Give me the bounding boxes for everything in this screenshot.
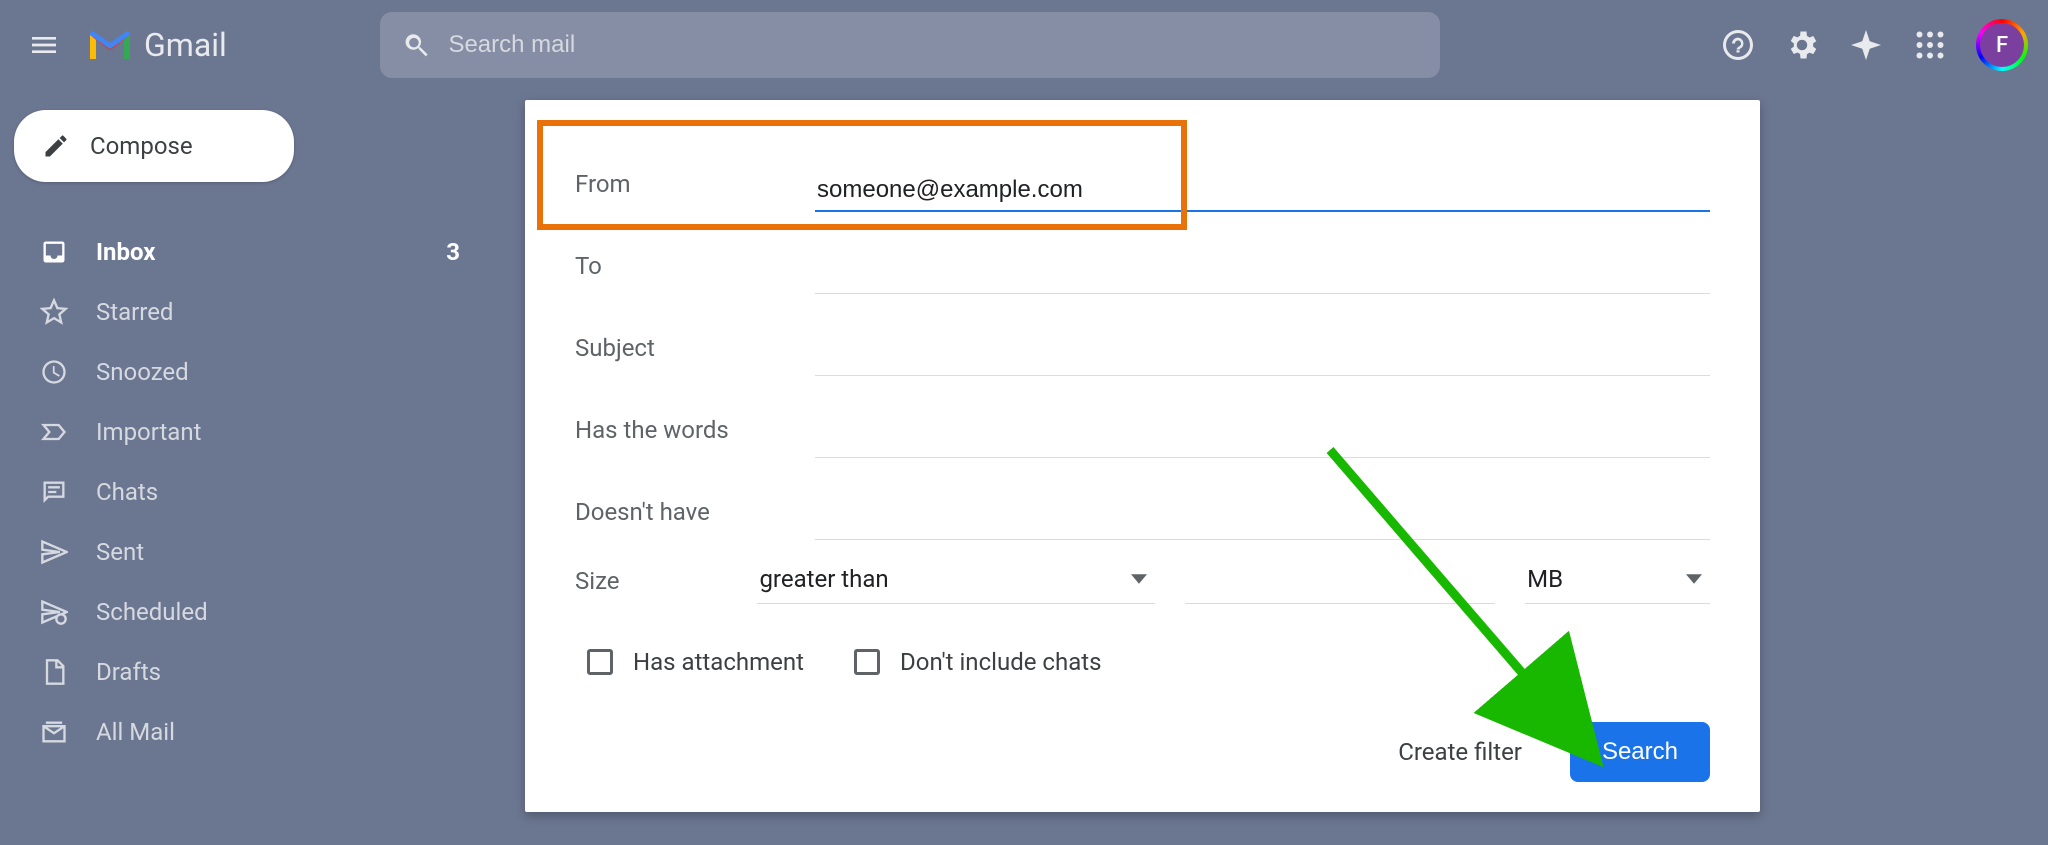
size-operator-value: greater than xyxy=(759,565,888,593)
app-header: Gmail F xyxy=(0,0,2048,90)
chat-icon xyxy=(40,478,68,506)
pencil-icon xyxy=(42,132,70,160)
doesnt-have-input[interactable] xyxy=(815,499,1710,540)
sidebar-item-label: Chats xyxy=(96,478,158,506)
sidebar-item-important[interactable]: Important xyxy=(10,402,490,462)
apps-icon[interactable] xyxy=(1912,27,1948,63)
dont-include-chats-checkbox[interactable]: Don't include chats xyxy=(854,648,1101,676)
caret-down-icon xyxy=(1686,571,1702,587)
account-button[interactable]: F xyxy=(1976,19,2028,71)
size-label: Size xyxy=(575,567,757,595)
sparkle-icon[interactable] xyxy=(1848,27,1884,63)
has-words-label: Has the words xyxy=(575,416,815,458)
header-actions: F xyxy=(1720,19,2028,71)
compose-button[interactable]: Compose xyxy=(14,110,294,182)
gmail-m-icon xyxy=(86,27,134,63)
sidebar-item-sent[interactable]: Sent xyxy=(10,522,490,582)
to-input[interactable] xyxy=(815,253,1710,294)
size-unit-select[interactable]: MB xyxy=(1525,559,1710,604)
subject-input[interactable] xyxy=(815,335,1710,376)
has-attachment-checkbox[interactable]: Has attachment xyxy=(587,648,804,676)
inbox-badge: 3 xyxy=(446,238,460,266)
clock-icon xyxy=(40,358,68,386)
important-icon xyxy=(40,418,68,446)
has-words-input[interactable] xyxy=(815,417,1710,458)
sidebar-item-label: Inbox xyxy=(96,238,155,266)
avatar: F xyxy=(1980,23,2024,67)
draft-icon xyxy=(40,658,68,686)
sidebar-item-starred[interactable]: Starred xyxy=(10,282,490,342)
checkbox-icon xyxy=(854,649,880,675)
sidebar-item-snoozed[interactable]: Snoozed xyxy=(10,342,490,402)
subject-label: Subject xyxy=(575,334,815,376)
search-filter-panel: From To Subject Has the words Doesn't ha… xyxy=(525,100,1760,812)
search-button[interactable]: Search xyxy=(1570,722,1710,782)
size-value-input[interactable] xyxy=(1185,559,1495,604)
dont-include-chats-label: Don't include chats xyxy=(900,648,1101,676)
sidebar-item-label: Scheduled xyxy=(96,598,208,626)
sidebar: Compose Inbox 3 Starred Snoozed Importan… xyxy=(0,110,500,762)
sidebar-item-inbox[interactable]: Inbox 3 xyxy=(10,222,490,282)
sidebar-item-drafts[interactable]: Drafts xyxy=(10,642,490,702)
compose-label: Compose xyxy=(90,132,193,160)
caret-down-icon xyxy=(1131,571,1147,587)
from-label: From xyxy=(575,170,815,212)
size-operator-select[interactable]: greater than xyxy=(757,559,1155,604)
doesnt-have-label: Doesn't have xyxy=(575,498,815,540)
has-attachment-label: Has attachment xyxy=(633,648,804,676)
create-filter-button[interactable]: Create filter xyxy=(1390,726,1530,778)
checkbox-icon xyxy=(587,649,613,675)
to-label: To xyxy=(575,252,815,294)
search-input[interactable] xyxy=(448,31,1417,59)
sidebar-item-label: Sent xyxy=(96,538,144,566)
app-name: Gmail xyxy=(144,26,227,64)
sent-icon xyxy=(40,538,68,566)
inbox-icon xyxy=(40,238,68,266)
main-menu-button[interactable] xyxy=(20,21,68,69)
settings-icon[interactable] xyxy=(1784,27,1820,63)
sidebar-item-label: Drafts xyxy=(96,658,161,686)
scheduled-icon xyxy=(40,598,68,626)
allmail-icon xyxy=(40,718,68,746)
help-icon[interactable] xyxy=(1720,27,1756,63)
hamburger-icon xyxy=(28,29,60,61)
star-icon xyxy=(40,298,68,326)
search-bar[interactable] xyxy=(380,12,1440,78)
sidebar-item-chats[interactable]: Chats xyxy=(10,462,490,522)
sidebar-item-label: Snoozed xyxy=(96,358,189,386)
sidebar-item-label: Important xyxy=(96,418,201,446)
sidebar-item-allmail[interactable]: All Mail xyxy=(10,702,490,762)
sidebar-item-label: All Mail xyxy=(96,718,175,746)
gmail-logo[interactable]: Gmail xyxy=(86,26,227,64)
from-input[interactable] xyxy=(815,170,1710,212)
size-unit-value: MB xyxy=(1527,565,1563,593)
sidebar-item-scheduled[interactable]: Scheduled xyxy=(10,582,490,642)
search-icon xyxy=(402,30,431,60)
sidebar-item-label: Starred xyxy=(96,298,173,326)
